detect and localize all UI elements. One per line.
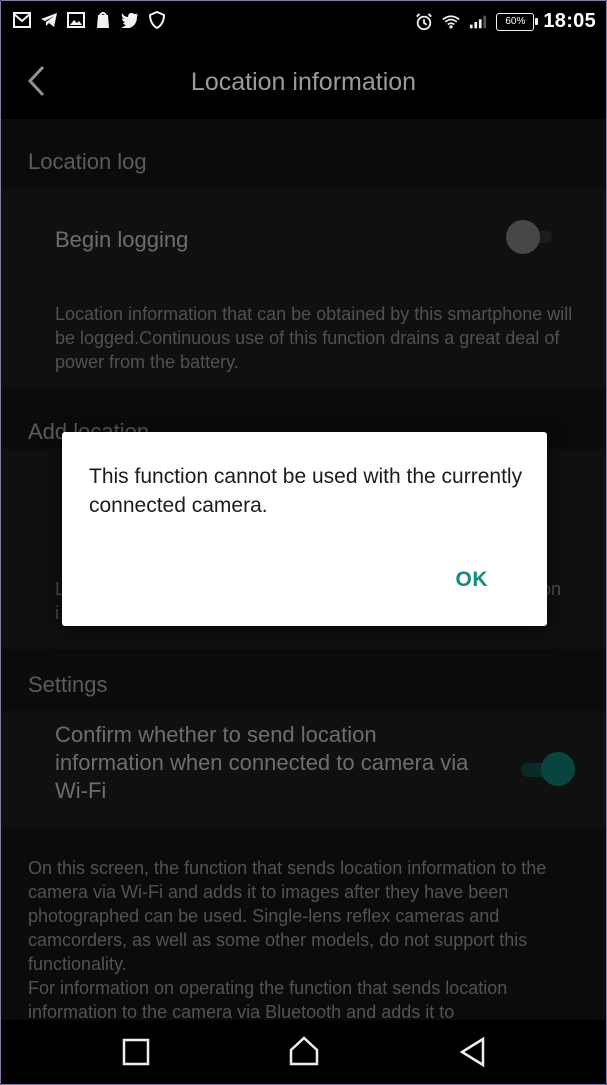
ok-button[interactable]: OK: [454, 566, 491, 594]
clock: 18:05: [543, 10, 596, 32]
phone-screen: 60% 18:05 Location information Location …: [0, 0, 607, 1085]
gallery-icon: [67, 11, 85, 29]
gmail-icon: [13, 11, 31, 29]
twitter-icon: [121, 11, 139, 29]
battery-indicator: 60%: [496, 12, 539, 31]
dialog-message: This function cannot be used with the cu…: [89, 465, 523, 517]
signal-icon: [469, 13, 487, 31]
triangle-back-icon: [459, 1036, 485, 1068]
wifi-icon: [442, 13, 461, 31]
home-icon: [289, 1036, 319, 1066]
notification-icons: [13, 11, 166, 29]
system-indicators: 60% 18:05: [415, 10, 596, 33]
home-button[interactable]: [286, 1034, 322, 1070]
alert-dialog: This function cannot be used with the cu…: [62, 432, 547, 626]
status-bar: 60% 18:05: [1, 1, 606, 45]
app-notification-icon: [94, 11, 112, 29]
square-icon: [122, 1038, 150, 1066]
shield-icon: [148, 11, 166, 29]
navigation-bar: [1, 1020, 606, 1084]
recents-button[interactable]: [118, 1034, 154, 1070]
alarm-icon: [415, 12, 433, 31]
back-nav-button[interactable]: [455, 1034, 491, 1070]
telegram-icon: [40, 11, 58, 29]
